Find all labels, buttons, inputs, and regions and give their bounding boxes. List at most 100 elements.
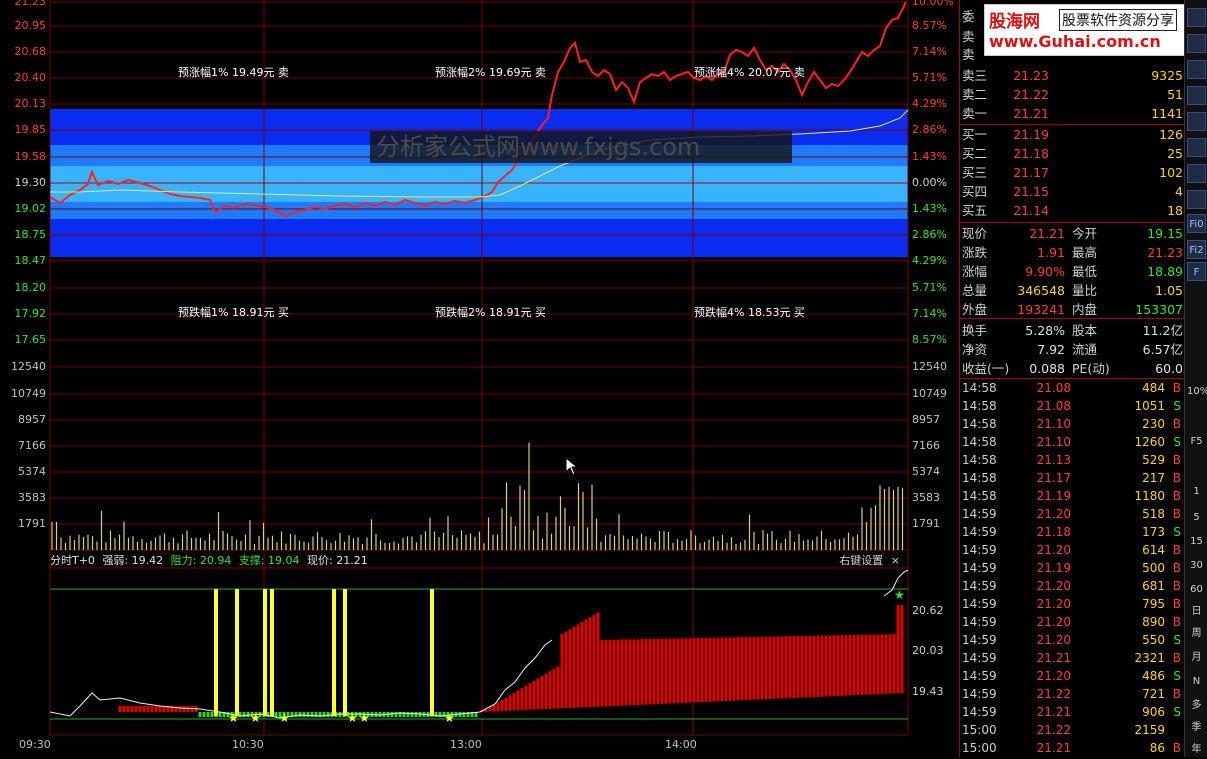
quote-field[interactable]: 现价 21.21 今开 19.15 bbox=[960, 224, 1185, 243]
volume-tick-left: 5374 bbox=[18, 465, 46, 478]
settings-label[interactable]: 右键设置 bbox=[839, 554, 883, 567]
toolbar-icon[interactable] bbox=[1187, 190, 1206, 209]
rise-target-1: 预涨幅1% 19.49元 卖 bbox=[178, 66, 289, 79]
sell-level[interactable]: 卖三 21.23 9325 bbox=[960, 67, 1185, 85]
level-label: 买一 bbox=[962, 127, 988, 142]
trade-tick[interactable]: 14:59 21.20 681 B bbox=[960, 577, 1185, 595]
quote-key: 换手 bbox=[962, 323, 988, 338]
sell-level[interactable]: 卖一 21.21 1141 bbox=[960, 105, 1185, 123]
signal-star-icon: ★ bbox=[228, 711, 239, 725]
period-button[interactable]: 15 bbox=[1187, 532, 1206, 551]
trade-tick[interactable]: 14:59 21.19 500 B bbox=[960, 559, 1185, 577]
period-button[interactable]: 月 bbox=[1187, 648, 1206, 667]
toolbar-icon[interactable] bbox=[1187, 164, 1206, 183]
tick-side: B bbox=[1172, 507, 1181, 521]
quote-value: 6.57亿 bbox=[1142, 342, 1183, 357]
toolbar-icon[interactable] bbox=[1187, 138, 1206, 157]
trade-tick[interactable]: 14:59 21.21 906 S bbox=[960, 703, 1185, 721]
tick-time: 14:59 bbox=[962, 507, 997, 521]
trade-tick[interactable]: 14:58 21.17 217 B bbox=[960, 469, 1185, 487]
quote-key: 最高 bbox=[1072, 245, 1098, 260]
quote-field[interactable]: 涨跌 1.91 最高 21.23 bbox=[960, 243, 1185, 262]
period-button[interactable]: 5 bbox=[1187, 508, 1206, 527]
quote-field[interactable]: 换手 5.28% 股本 11.2亿 bbox=[960, 321, 1185, 340]
period-button[interactable]: 多 bbox=[1187, 696, 1206, 715]
quote-field[interactable]: 净资 7.92 流通 6.57亿 bbox=[960, 340, 1185, 359]
buy-level[interactable]: 买五 21.14 18 bbox=[960, 202, 1185, 220]
volume-tick-left: 12540 bbox=[11, 360, 46, 373]
quote-value: 21.23 bbox=[1147, 245, 1183, 260]
tick-price: 21.21 bbox=[1036, 741, 1071, 755]
divider bbox=[960, 318, 1185, 319]
period-button[interactable]: 年 bbox=[1187, 740, 1206, 759]
trade-tick[interactable]: 14:58 21.10 1260 S bbox=[960, 433, 1185, 451]
period-button[interactable]: 日 bbox=[1187, 602, 1206, 621]
period-button[interactable]: 1 bbox=[1187, 482, 1206, 501]
trade-tick[interactable]: 14:59 21.20 890 B bbox=[960, 613, 1185, 631]
toolbar-icon[interactable] bbox=[1187, 8, 1206, 27]
toolbar-icon[interactable] bbox=[1187, 112, 1206, 131]
period-button[interactable]: F5 bbox=[1187, 432, 1206, 451]
buy-level[interactable]: 买一 21.19 126 bbox=[960, 126, 1185, 144]
toolbar-icon[interactable] bbox=[1187, 60, 1206, 79]
quote-field[interactable]: 收益(一) 0.088 PE(动) 60.0 bbox=[960, 359, 1185, 378]
tick-time: 14:59 bbox=[962, 705, 997, 719]
trade-tick[interactable]: 14:59 21.18 173 S bbox=[960, 523, 1185, 541]
close-icon[interactable]: × bbox=[891, 554, 900, 567]
buy-level[interactable]: 买二 21.18 25 bbox=[960, 145, 1185, 163]
trade-tick[interactable]: 14:58 21.08 484 B bbox=[960, 379, 1185, 397]
period-button[interactable]: 季 bbox=[1187, 718, 1206, 737]
quote-field[interactable]: 总量 346548 量比 1.05 bbox=[960, 281, 1185, 300]
divider bbox=[960, 124, 1185, 125]
toolbar-icon[interactable] bbox=[1187, 34, 1206, 53]
tick-volume: 217 bbox=[1142, 471, 1165, 485]
trade-tick[interactable]: 14:58 21.10 230 B bbox=[960, 415, 1185, 433]
trade-tick[interactable]: 14:58 21.13 529 B bbox=[960, 451, 1185, 469]
price-tick-left: 17.65 bbox=[14, 333, 47, 346]
tick-time: 14:59 bbox=[962, 543, 997, 557]
price-tick-left: 19.02 bbox=[14, 202, 47, 215]
indicator-settings[interactable]: 右键设置 × bbox=[839, 553, 904, 568]
buy-level[interactable]: 买四 21.15 4 bbox=[960, 183, 1185, 201]
tick-time: 14:59 bbox=[962, 615, 997, 629]
trade-tick[interactable]: 14:59 21.20 550 S bbox=[960, 631, 1185, 649]
volume-tick-right: 8957 bbox=[912, 413, 940, 426]
buy-level[interactable]: 买三 21.17 102 bbox=[960, 164, 1185, 182]
trade-tick[interactable]: 14:58 21.19 1180 B bbox=[960, 487, 1185, 505]
price-tick-left: 18.20 bbox=[14, 281, 47, 294]
quote-field[interactable]: 涨幅 9.90% 最低 18.89 bbox=[960, 262, 1185, 281]
toolbar-button[interactable]: Fi0 bbox=[1187, 214, 1206, 233]
tick-time: 14:59 bbox=[962, 561, 997, 575]
period-button[interactable]: N bbox=[1187, 672, 1206, 691]
level-label: 买五 bbox=[962, 203, 988, 218]
toolbar-button[interactable]: F bbox=[1187, 262, 1206, 281]
fall-target-2: 预跌幅2% 18.91元 买 bbox=[435, 306, 546, 319]
toolbar-button[interactable]: Fi2 bbox=[1187, 240, 1206, 259]
quote-value: 5.28% bbox=[1025, 323, 1065, 338]
tick-side: B bbox=[1172, 561, 1181, 575]
price-tick-left: 19.58 bbox=[14, 150, 47, 163]
trade-tick[interactable]: 14:59 21.22 721 B bbox=[960, 685, 1185, 703]
quote-value: 60.0 bbox=[1155, 361, 1183, 376]
tick-side: B bbox=[1172, 651, 1181, 665]
toolbar-icon[interactable] bbox=[1187, 86, 1206, 105]
period-button[interactable]: 10% bbox=[1187, 382, 1207, 401]
trade-tick[interactable]: 14:59 21.20 795 B bbox=[960, 595, 1185, 613]
tick-time: 14:58 bbox=[962, 435, 997, 449]
trade-tick[interactable]: 14:59 21.20 614 B bbox=[960, 541, 1185, 559]
period-button[interactable]: 周 bbox=[1187, 624, 1206, 643]
period-button[interactable]: 60 bbox=[1187, 580, 1206, 599]
period-button[interactable]: 30 bbox=[1187, 556, 1206, 575]
percent-tick-right: 5.71% bbox=[912, 71, 947, 84]
intraday-chart[interactable]: ★ ★ ★ ★ ★ ★★ bbox=[0, 0, 958, 757]
quote-field[interactable]: 外盘 193241 内盘 153307 bbox=[960, 300, 1185, 319]
sell-level[interactable]: 卖二 21.22 51 bbox=[960, 86, 1185, 104]
trade-tick[interactable]: 15:00 21.22 2159 bbox=[960, 721, 1185, 739]
quote-key: 涨幅 bbox=[962, 264, 988, 279]
trade-tick[interactable]: 14:59 21.21 2321 B bbox=[960, 649, 1185, 667]
trade-tick[interactable]: 14:59 21.20 486 S bbox=[960, 667, 1185, 685]
tick-price: 21.19 bbox=[1036, 561, 1071, 575]
trade-tick[interactable]: 15:00 21.21 86 B bbox=[960, 739, 1185, 757]
trade-tick[interactable]: 14:58 21.08 1051 S bbox=[960, 397, 1185, 415]
trade-tick[interactable]: 14:59 21.20 518 B bbox=[960, 505, 1185, 523]
